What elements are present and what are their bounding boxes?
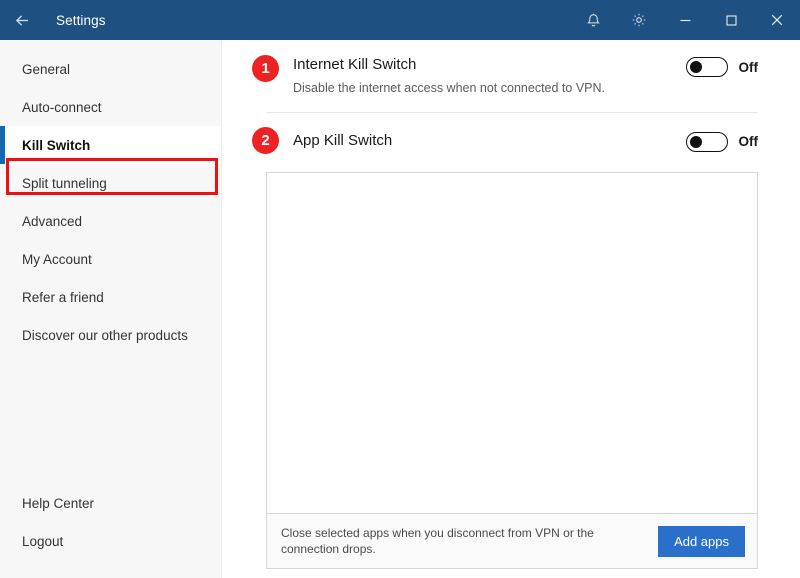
bell-icon[interactable] bbox=[570, 0, 616, 40]
sidebar-item-label: My Account bbox=[22, 251, 92, 267]
internet-kill-switch-toggle[interactable] bbox=[685, 57, 728, 77]
sidebar-bottom-group: Help Center Logout bbox=[0, 484, 221, 578]
app-kill-switch-toggle[interactable] bbox=[685, 131, 728, 152]
minimize-icon[interactable] bbox=[662, 0, 708, 40]
sidebar-item-kill-switch[interactable]: Kill Switch bbox=[0, 126, 221, 164]
sidebar-item-logout[interactable]: Logout bbox=[0, 522, 221, 560]
sidebar: General Auto-connect Kill Switch Split t… bbox=[0, 40, 222, 578]
sidebar-item-refer-a-friend[interactable]: Refer a friend bbox=[0, 278, 221, 316]
sidebar-item-split-tunneling[interactable]: Split tunneling bbox=[0, 164, 221, 202]
sidebar-item-label: Kill Switch bbox=[22, 137, 91, 153]
sidebar-item-auto-connect[interactable]: Auto-connect bbox=[0, 88, 221, 126]
sidebar-item-general[interactable]: General bbox=[0, 50, 221, 88]
app-list-footer: Close selected apps when you disconnect … bbox=[266, 514, 758, 569]
back-arrow-icon[interactable] bbox=[0, 0, 44, 40]
app-list-footer-note: Close selected apps when you disconnect … bbox=[281, 526, 594, 556]
sidebar-item-label: Auto-connect bbox=[22, 99, 102, 115]
app-kill-switch-row: 2 App Kill Switch Off bbox=[252, 113, 758, 154]
title-bar: Settings bbox=[0, 0, 800, 40]
sidebar-item-label: Refer a friend bbox=[22, 289, 104, 305]
internet-kill-switch-title: Internet Kill Switch bbox=[293, 56, 417, 73]
toggle-knob bbox=[689, 135, 702, 148]
app-kill-switch-texts: App Kill Switch bbox=[293, 131, 674, 151]
gear-icon[interactable] bbox=[616, 0, 662, 40]
app-list-area: Close selected apps when you disconnect … bbox=[266, 172, 758, 578]
sidebar-item-label: Advanced bbox=[22, 213, 83, 229]
add-apps-button[interactable]: Add apps bbox=[658, 525, 745, 557]
window-title: Settings bbox=[56, 12, 106, 28]
titlebar-controls bbox=[570, 0, 800, 40]
internet-kill-switch-toggle-group[interactable]: Off bbox=[685, 55, 759, 77]
step-badge-1: 1 bbox=[252, 55, 279, 82]
app-kill-switch-toggle-group[interactable]: Off bbox=[685, 130, 759, 152]
app-kill-switch-title: App Kill Switch bbox=[293, 131, 393, 149]
internet-kill-switch-description: Disable the internet access when not con… bbox=[293, 81, 605, 95]
main-content: 1 Internet Kill Switch Disable the inter… bbox=[222, 40, 800, 578]
internet-kill-switch-row: 1 Internet Kill Switch Disable the inter… bbox=[252, 40, 758, 96]
maximize-icon[interactable] bbox=[708, 0, 754, 40]
sidebar-item-label: Help Center bbox=[22, 495, 95, 511]
sidebar-item-label: Logout bbox=[22, 533, 64, 549]
app-kill-switch-toggle-state: Off bbox=[738, 134, 759, 149]
sidebar-item-advanced[interactable]: Advanced bbox=[0, 202, 221, 240]
internet-kill-switch-toggle-state: Off bbox=[738, 59, 759, 75]
step-badge-2: 2 bbox=[252, 127, 279, 154]
app-list-box[interactable] bbox=[266, 172, 758, 514]
settings-window: Settings General Auto-connect Kill Switc… bbox=[0, 0, 800, 578]
window-body: General Auto-connect Kill Switch Split t… bbox=[0, 40, 800, 578]
sidebar-item-label: Discover our other products bbox=[22, 327, 188, 343]
sidebar-item-label: Split tunneling bbox=[22, 175, 107, 191]
sidebar-item-label: General bbox=[22, 61, 71, 77]
sidebar-item-my-account[interactable]: My Account bbox=[0, 240, 221, 278]
internet-kill-switch-texts: Internet Kill Switch Disable the interne… bbox=[293, 55, 674, 96]
sidebar-item-help-center[interactable]: Help Center bbox=[0, 484, 221, 522]
sidebar-item-discover-products[interactable]: Discover our other products bbox=[0, 316, 221, 354]
close-icon[interactable] bbox=[754, 0, 800, 40]
toggle-knob bbox=[689, 61, 702, 73]
